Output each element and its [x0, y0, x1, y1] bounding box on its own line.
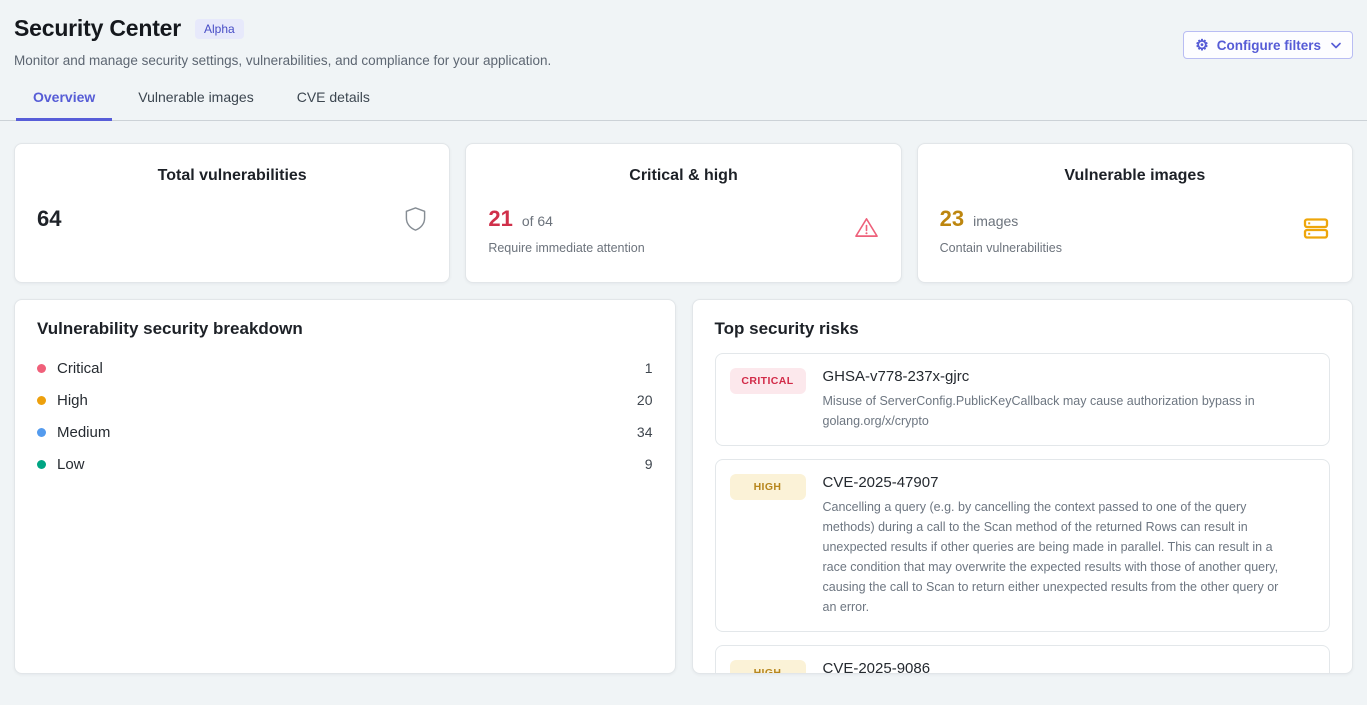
breakdown-label: Critical [57, 360, 103, 377]
vulnerable-images-value: 23 [940, 206, 964, 232]
tab-bar: Overview Vulnerable images CVE details [0, 89, 1367, 121]
top-risks-title: Top security risks [715, 319, 1331, 339]
page-subtitle: Monitor and manage security settings, vu… [14, 53, 1353, 68]
risk-id: GHSA-v778-237x-gjrc [823, 368, 1316, 385]
critical-high-suffix: of 64 [522, 213, 553, 229]
vulnerable-images-title: Vulnerable images [940, 167, 1330, 185]
total-vulnerabilities-value: 64 [37, 206, 61, 232]
security-center-page: Security Center Alpha Monitor and manage… [0, 0, 1367, 674]
breakdown-list: Critical 1 High 20 Medium 34 Low 9 [37, 352, 653, 480]
tab-vulnerable-images[interactable]: Vulnerable images [121, 89, 270, 121]
risk-id: CVE-2025-9086 [823, 660, 1316, 674]
critical-high-card: Critical & high 21 of 64 Require immedia… [465, 143, 901, 283]
risk-description: Cancelling a query (e.g. by cancelling t… [823, 497, 1283, 617]
vulnerable-images-card: Vulnerable images 23 images Contain vuln… [917, 143, 1353, 283]
breakdown-value: 34 [637, 424, 653, 440]
risk-item-cve-2025-9086[interactable]: HIGH CVE-2025-9086 [715, 645, 1331, 674]
breakdown-title: Vulnerability security breakdown [37, 319, 653, 339]
high-dot [37, 396, 46, 405]
breakdown-value: 20 [637, 392, 653, 408]
breakdown-value: 1 [645, 360, 653, 376]
risk-id: CVE-2025-47907 [823, 474, 1316, 491]
breakdown-row-critical: Critical 1 [37, 352, 653, 384]
low-dot [37, 460, 46, 469]
tab-cve-details[interactable]: CVE details [280, 89, 387, 121]
breakdown-label: High [57, 392, 88, 409]
breakdown-row-low: Low 9 [37, 448, 653, 480]
breakdown-row-medium: Medium 34 [37, 416, 653, 448]
risk-list: CRITICAL GHSA-v778-237x-gjrc Misuse of S… [715, 353, 1331, 674]
stacked-images-icon [1302, 215, 1330, 241]
risk-item-cve-2025-47907[interactable]: HIGH CVE-2025-47907 Cancelling a query (… [715, 459, 1331, 632]
critical-high-value: 21 [488, 206, 512, 232]
severity-badge: HIGH [730, 474, 806, 500]
vulnerable-images-suffix: images [973, 213, 1018, 229]
warning-triangle-icon [854, 216, 879, 239]
shield-icon [404, 206, 427, 232]
risk-description: Misuse of ServerConfig.PublicKeyCallback… [823, 391, 1283, 431]
stats-row: Total vulnerabilities 64 Critical & high… [14, 143, 1353, 283]
breakdown-label: Low [57, 456, 85, 473]
top-security-risks-panel: Top security risks CRITICAL GHSA-v778-23… [692, 299, 1354, 674]
total-vulnerabilities-card: Total vulnerabilities 64 [14, 143, 450, 283]
panels-row: Vulnerability security breakdown Critica… [14, 299, 1353, 674]
chevron-down-icon [1331, 42, 1341, 49]
medium-dot [37, 428, 46, 437]
configure-filters-button[interactable]: ⚙ Configure filters [1183, 31, 1353, 59]
critical-dot [37, 364, 46, 373]
breakdown-value: 9 [645, 456, 653, 472]
critical-high-description: Require immediate attention [488, 241, 644, 255]
critical-high-title: Critical & high [488, 167, 878, 185]
total-vulnerabilities-title: Total vulnerabilities [37, 167, 427, 185]
vulnerability-breakdown-panel: Vulnerability security breakdown Critica… [14, 299, 676, 674]
severity-badge: CRITICAL [730, 368, 806, 394]
tab-overview[interactable]: Overview [16, 89, 112, 121]
alpha-badge: Alpha [195, 19, 244, 39]
breakdown-row-high: High 20 [37, 384, 653, 416]
risk-item-ghsa-v778[interactable]: CRITICAL GHSA-v778-237x-gjrc Misuse of S… [715, 353, 1331, 446]
page-header: Security Center Alpha [14, 15, 1353, 42]
severity-badge: HIGH [730, 660, 806, 674]
vulnerable-images-description: Contain vulnerabilities [940, 241, 1062, 255]
gear-icon: ⚙ [1195, 38, 1208, 53]
configure-filters-label: Configure filters [1217, 38, 1321, 53]
page-title: Security Center [14, 15, 181, 42]
breakdown-label: Medium [57, 424, 110, 441]
